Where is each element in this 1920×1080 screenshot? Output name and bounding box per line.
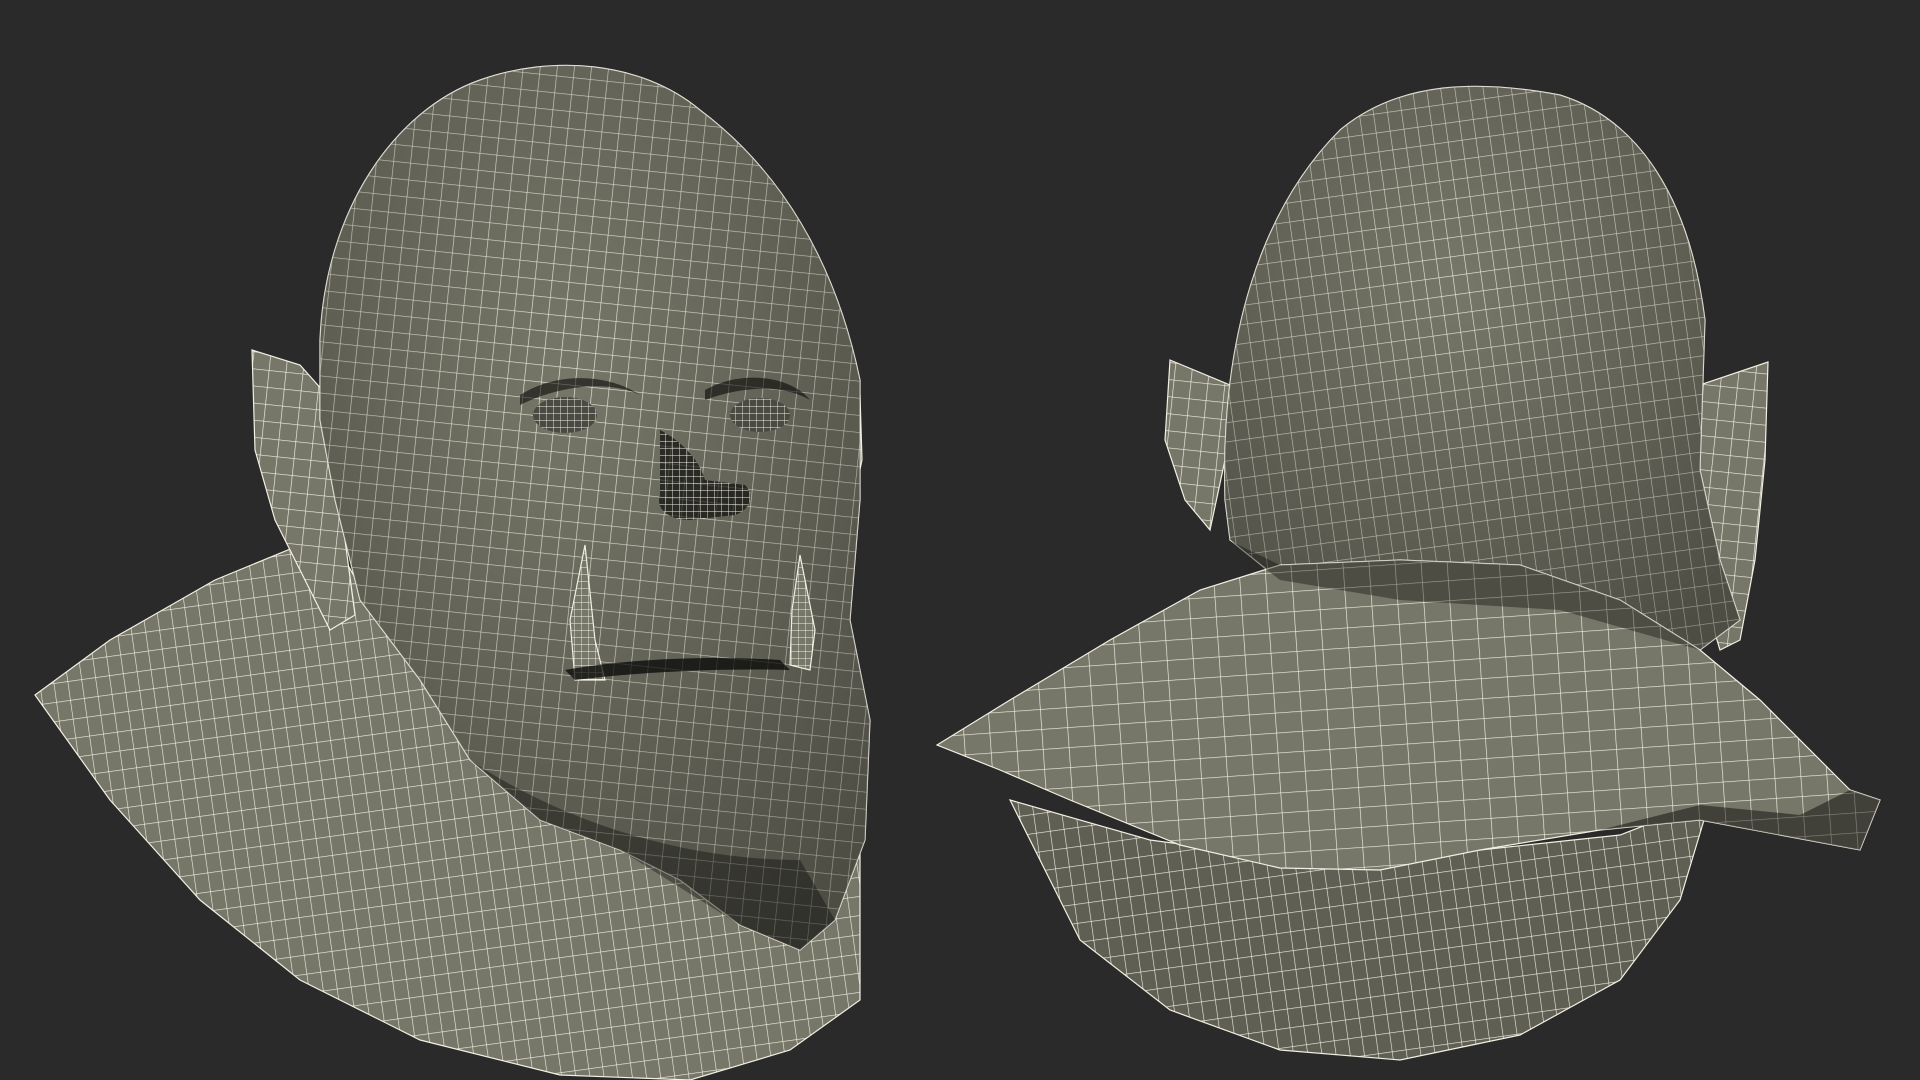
wireframe-render-canvas [0, 0, 1920, 1080]
render-viewport [0, 0, 1920, 1080]
